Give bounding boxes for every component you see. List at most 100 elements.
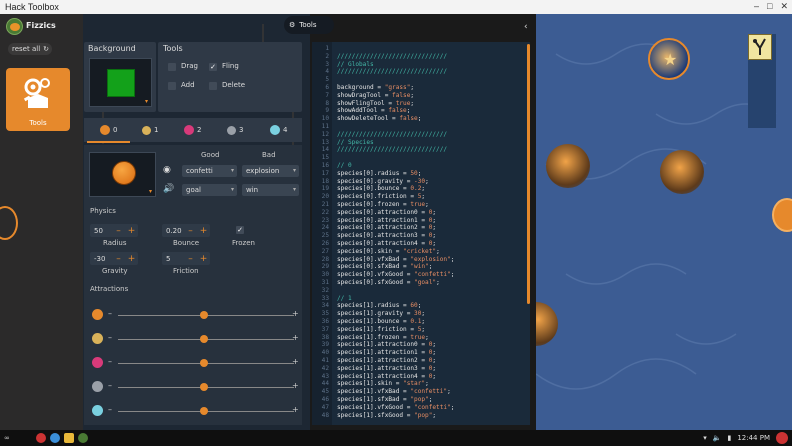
radius-stepper[interactable]: 50– +	[90, 224, 138, 237]
code-line: 2 //////////////////////////////	[312, 53, 530, 61]
drag-checkbox[interactable]	[168, 63, 176, 71]
gravity-stepper[interactable]: -30– +	[90, 252, 138, 265]
tab-species-4[interactable]: 4	[270, 122, 287, 138]
sfx-good-select[interactable]: goal	[182, 184, 237, 196]
slider-handle[interactable]	[200, 407, 208, 415]
vfx-good-select[interactable]: confetti	[182, 165, 237, 177]
code-line: 31 species[0].sfxGood = "goal";	[312, 279, 530, 287]
plus-icon: +	[292, 357, 299, 366]
line-number: 22	[321, 208, 329, 216]
code-token: species[1].bounce =	[337, 318, 411, 325]
sfx-bad-select[interactable]: win	[242, 184, 299, 196]
frozen-checkbox[interactable]: ✓	[236, 226, 244, 234]
chrome-icon[interactable]	[36, 433, 46, 443]
tools-button-label: Tools	[29, 119, 47, 127]
code-token: species[0].attraction2 =	[337, 224, 429, 232]
code-token: species[1].attraction0 =	[337, 341, 429, 349]
code-line: 14 //////////////////////////////	[312, 146, 530, 154]
code-editor[interactable]: 1 2 ////////////////////////////// 3 // Glob…	[312, 42, 530, 425]
code-token: species[0].vfxBad =	[337, 255, 411, 263]
code-token: ;	[428, 396, 433, 403]
plus-icon[interactable]: +	[125, 226, 138, 236]
slider-handle[interactable]	[200, 311, 208, 319]
tab-species-0[interactable]: 0	[100, 122, 117, 138]
clock[interactable]: 12:44 PM	[737, 434, 770, 442]
plus-icon[interactable]: +	[197, 226, 210, 236]
minus-icon: –	[108, 405, 112, 414]
minus-icon[interactable]: –	[184, 226, 197, 236]
line-number: 15	[321, 154, 329, 162]
code-token: species[1].attraction2 =	[337, 357, 429, 364]
delete-checkbox[interactable]	[209, 82, 217, 90]
code-token: ;	[421, 325, 426, 333]
line-number: 44	[321, 380, 329, 388]
code-line: 42 species[1].attraction3 = 0;	[312, 365, 530, 373]
code-token: "win"	[410, 263, 429, 271]
plus-icon[interactable]: +	[125, 254, 138, 264]
editor-scrollbar[interactable]	[527, 44, 530, 304]
gear-wrench-icon: ⚙	[289, 21, 296, 29]
line-number: 28	[321, 255, 329, 263]
orange-ball[interactable]	[660, 150, 704, 194]
vfx-bad-select[interactable]: explosion	[242, 165, 299, 177]
slider-handle[interactable]	[200, 383, 208, 391]
code-token: species[0].bounce =	[337, 185, 411, 193]
background-selector[interactable]: ▾	[89, 58, 152, 107]
tab-species-2[interactable]: 2	[184, 122, 201, 138]
collapse-panel-icon[interactable]: ‹	[524, 22, 528, 32]
bounce-stepper[interactable]: 0.20– +	[162, 224, 210, 237]
code-token: ;	[432, 357, 437, 364]
code-token: //////////////////////////////	[337, 130, 448, 138]
maximize-icon[interactable]: □	[767, 1, 772, 12]
code-line: 38 species[1].frozen = true;	[312, 334, 530, 342]
network-icon[interactable]: ▾	[703, 434, 707, 442]
minus-icon[interactable]: –	[112, 226, 125, 236]
app-sidebar: Fizzics reset all ↻ Tools	[0, 14, 83, 430]
add-label: Add	[181, 81, 195, 89]
minimize-icon[interactable]: –	[754, 1, 759, 12]
code-line: 3 // Globals	[312, 61, 530, 69]
tab-label: 1	[154, 126, 159, 134]
reset-all-button[interactable]: reset all ↻	[8, 43, 52, 55]
tools-button[interactable]: Tools	[6, 68, 70, 131]
app-logo-icon	[6, 18, 23, 35]
volume-icon[interactable]: 🔈	[713, 434, 722, 442]
code-token: // 0	[337, 162, 352, 169]
minus-icon[interactable]: –	[184, 254, 197, 264]
app-icon[interactable]	[78, 433, 88, 443]
code-token: ;	[425, 380, 429, 388]
flip-back-icon[interactable]	[0, 206, 18, 240]
code-line: 18 species[0].gravity = -30;	[312, 178, 530, 186]
line-number: 31	[321, 279, 329, 286]
slider-handle[interactable]	[200, 359, 208, 367]
code-token: ;	[410, 91, 415, 99]
add-checkbox[interactable]	[168, 82, 176, 90]
tab-species-1[interactable]: 1	[142, 122, 158, 138]
fling-tool-icon[interactable]	[748, 34, 772, 60]
skin-selector[interactable]: ▾	[89, 152, 156, 197]
code-token: species[0].attraction3 =	[337, 232, 429, 240]
code-token: "cricket"	[403, 247, 437, 255]
battery-icon[interactable]: ▮	[727, 434, 731, 442]
browser-icon[interactable]	[50, 433, 60, 443]
orange-ball[interactable]	[546, 144, 590, 188]
launcher-icon[interactable]: ∞	[4, 434, 10, 442]
app-name: Fizzics	[26, 21, 56, 30]
plus-icon[interactable]: +	[197, 254, 210, 264]
user-avatar[interactable]	[776, 432, 788, 444]
tab-species-3[interactable]: 3	[227, 122, 243, 138]
slider-handle[interactable]	[200, 335, 208, 343]
line-number: 16	[321, 162, 329, 169]
minus-icon[interactable]: –	[112, 254, 125, 264]
attraction-row-1: – +	[90, 333, 300, 345]
friction-stepper[interactable]: 5 – +	[162, 252, 210, 265]
code-token: ;	[421, 185, 426, 193]
fling-checkbox[interactable]: ✓	[209, 63, 217, 71]
code-token: ;	[417, 115, 422, 123]
close-icon[interactable]: ✕	[780, 1, 788, 12]
line-number: 37	[321, 325, 329, 333]
species-2-icon	[92, 357, 103, 368]
line-number: 3	[325, 60, 329, 68]
files-icon[interactable]	[64, 433, 74, 443]
code-line: 12 //////////////////////////////	[312, 131, 530, 139]
